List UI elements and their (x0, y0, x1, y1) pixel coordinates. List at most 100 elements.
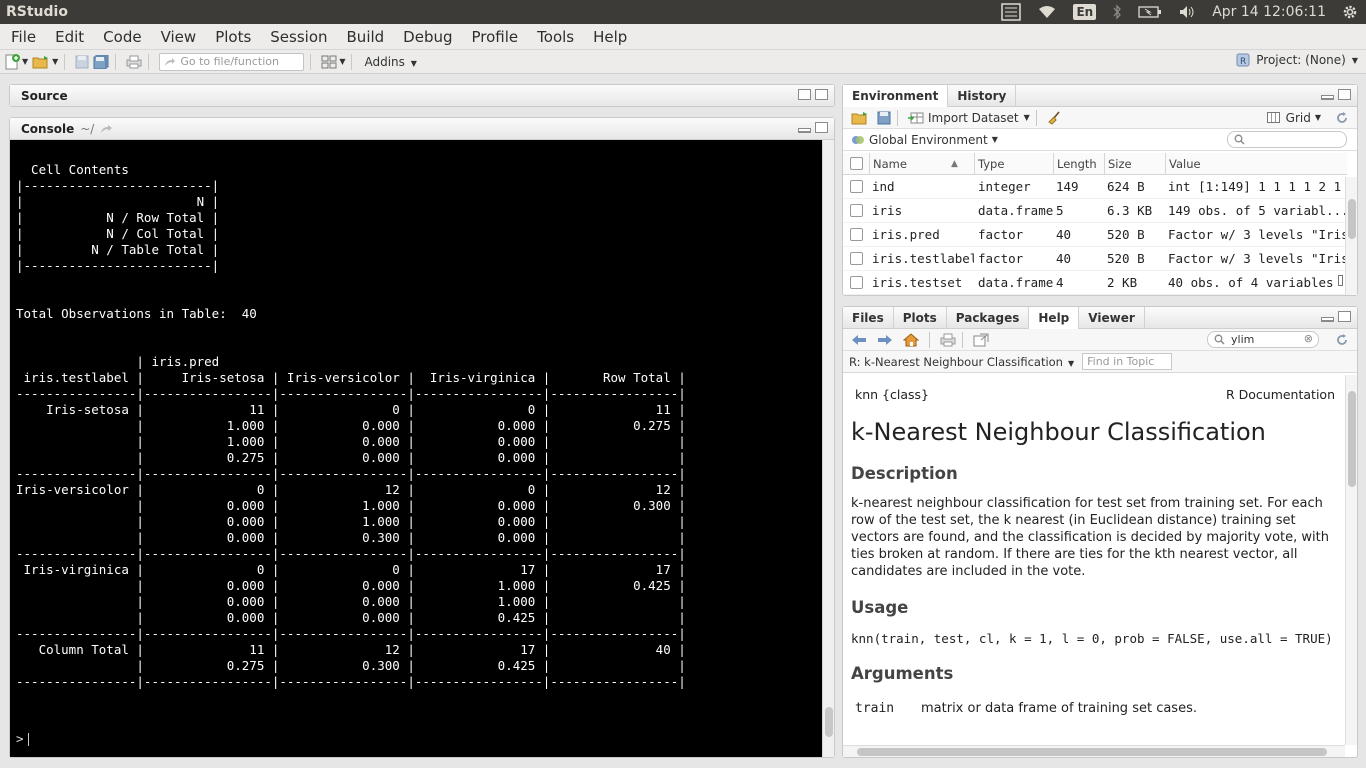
menu-session[interactable]: Session (259, 28, 335, 46)
menu-file[interactable]: File (0, 28, 44, 46)
row-checkbox[interactable] (849, 204, 863, 217)
help-forward-button[interactable] (877, 330, 893, 350)
row-checkbox[interactable] (849, 180, 863, 193)
doc-package: knn {class} (855, 387, 929, 402)
environment-search-input[interactable] (1227, 131, 1347, 148)
workspace-panes-button[interactable]: ▼ (321, 52, 345, 72)
bluetooth-icon[interactable] (1112, 4, 1122, 20)
help-print-button[interactable] (940, 330, 956, 350)
settings-gear-icon[interactable] (1342, 4, 1358, 20)
view-mode-menu[interactable]: Grid ▼ (1263, 111, 1321, 125)
main-toolbar: ▼ ▼ Go to file/function ▼ Addins ▼ R Pro… (0, 50, 1366, 74)
table-row[interactable]: ind integer 149 624 B int [1:149] 1 1 1 … (843, 175, 1347, 199)
doc-header: knn {class} R Documentation (851, 387, 1337, 402)
table-row[interactable]: iris data.frame 5 6.3 KB 149 obs. of 5 v… (843, 199, 1347, 223)
project-menu[interactable]: R Project: (None) ▼ (1236, 53, 1358, 67)
goto-dir-icon[interactable] (100, 124, 114, 134)
menu-build[interactable]: Build (336, 28, 393, 46)
table-row[interactable]: iris.testset data.frame 4 2 KB 40 obs. o… (843, 271, 1347, 295)
var-size: 6.3 KB (1107, 203, 1153, 218)
load-workspace-button[interactable] (851, 108, 869, 128)
help-search-input[interactable]: ylim ⊗ (1207, 331, 1319, 348)
refresh-help-icon[interactable] (1335, 333, 1349, 347)
view-data-icon[interactable] (1337, 275, 1343, 286)
console-pane-header[interactable]: Console ~/ (10, 118, 834, 140)
menu-tools[interactable]: Tools (526, 28, 582, 46)
find-in-topic-input[interactable]: Find in Topic (1082, 353, 1173, 370)
menu-debug[interactable]: Debug (392, 28, 460, 46)
tab-history[interactable]: History (948, 84, 1017, 107)
restore-pane-icon[interactable] (798, 89, 811, 100)
r-environment-icon (852, 135, 864, 144)
var-name: ind (872, 179, 895, 194)
environment-scope-select[interactable]: Global Environment ▼ (851, 133, 998, 147)
save-all-button[interactable] (93, 52, 109, 72)
print-button[interactable] (126, 52, 142, 72)
save-workspace-button[interactable] (877, 108, 891, 128)
select-all-checkbox[interactable] (849, 157, 863, 170)
var-value: 40 obs. of 4 variables (1168, 275, 1334, 290)
addins-menu[interactable]: Addins ▼ (364, 55, 416, 69)
help-vertical-scrollbar[interactable] (1345, 375, 1357, 745)
maximize-pane-icon[interactable] (815, 89, 828, 100)
environment-scrollbar[interactable] (1345, 177, 1357, 295)
keyboard-language-indicator[interactable]: En (1073, 4, 1097, 20)
clear-search-icon[interactable]: ⊗ (1304, 332, 1313, 345)
import-dataset-button[interactable]: Import Dataset ▼ (908, 108, 1030, 128)
console-scrollbar[interactable] (822, 140, 834, 757)
menu-edit[interactable]: Edit (44, 28, 92, 46)
column-header-value[interactable]: Value (1165, 153, 1347, 174)
var-value: Factor w/ 3 levels "Iris... (1168, 251, 1347, 266)
row-checkbox[interactable] (849, 252, 863, 265)
console-output-area[interactable]: Cell Contents |-------------------------… (10, 140, 822, 757)
menu-code[interactable]: Code (92, 28, 149, 46)
environment-toolbar: Import Dataset ▼ Grid ▼ (843, 107, 1357, 129)
clock[interactable]: Apr 14 12:06:11 (1212, 4, 1326, 20)
volume-icon[interactable] (1178, 5, 1196, 19)
minimize-pane-icon[interactable] (1321, 95, 1334, 100)
battery-icon[interactable] (1138, 5, 1162, 19)
tab-plots[interactable]: Plots (894, 306, 947, 329)
tab-help[interactable]: Help (1029, 306, 1080, 329)
goto-file-input[interactable]: Go to file/function (159, 52, 305, 71)
arrow-left-icon (852, 334, 866, 345)
menu-plots[interactable]: Plots (204, 28, 259, 46)
column-header-length[interactable]: Length (1053, 153, 1104, 174)
maximize-pane-icon[interactable] (815, 122, 828, 133)
wifi-icon[interactable] (1037, 4, 1057, 20)
row-checkbox[interactable] (849, 276, 863, 289)
open-file-button[interactable]: ▼ (32, 52, 58, 72)
minimize-pane-icon[interactable] (798, 128, 811, 133)
var-size: 624 B (1107, 179, 1145, 194)
table-row[interactable]: iris.testlabel factor 40 520 B Factor w/… (843, 247, 1347, 271)
help-horizontal-scrollbar[interactable] (843, 745, 1345, 757)
help-back-button[interactable] (851, 330, 867, 350)
menu-profile[interactable]: Profile (461, 28, 527, 46)
refresh-environment-icon[interactable] (1335, 111, 1349, 125)
save-button[interactable] (75, 52, 89, 72)
tab-packages[interactable]: Packages (947, 306, 1030, 329)
row-checkbox[interactable] (849, 228, 863, 241)
help-pane-window-controls (1321, 311, 1351, 322)
console-prompt[interactable]: > (16, 731, 29, 747)
maximize-pane-icon[interactable] (1338, 311, 1351, 322)
help-topic-select[interactable]: R: k-Nearest Neighbour Classification ▼ (849, 355, 1074, 369)
column-header-type[interactable]: Type (974, 153, 1053, 174)
tab-viewer[interactable]: Viewer (1079, 306, 1145, 329)
tab-files[interactable]: Files (843, 306, 894, 329)
column-header-size[interactable]: Size (1104, 153, 1165, 174)
tab-environment[interactable]: Environment (843, 84, 949, 107)
menu-view[interactable]: View (150, 28, 205, 46)
minimize-pane-icon[interactable] (1321, 317, 1334, 322)
help-home-button[interactable] (903, 330, 919, 350)
source-pane-header[interactable]: Source (10, 85, 834, 106)
menu-help[interactable]: Help (582, 28, 635, 46)
clear-workspace-button[interactable] (1047, 108, 1063, 128)
var-type: data.frame (978, 203, 1053, 218)
table-row[interactable]: iris.pred factor 40 520 B Factor w/ 3 le… (843, 223, 1347, 247)
new-file-button[interactable]: ▼ (4, 52, 28, 72)
maximize-pane-icon[interactable] (1338, 89, 1351, 100)
help-new-window-button[interactable] (973, 330, 989, 350)
menu-list-icon[interactable] (1001, 3, 1022, 21)
column-header-name[interactable]: Name ▲ (869, 153, 974, 174)
